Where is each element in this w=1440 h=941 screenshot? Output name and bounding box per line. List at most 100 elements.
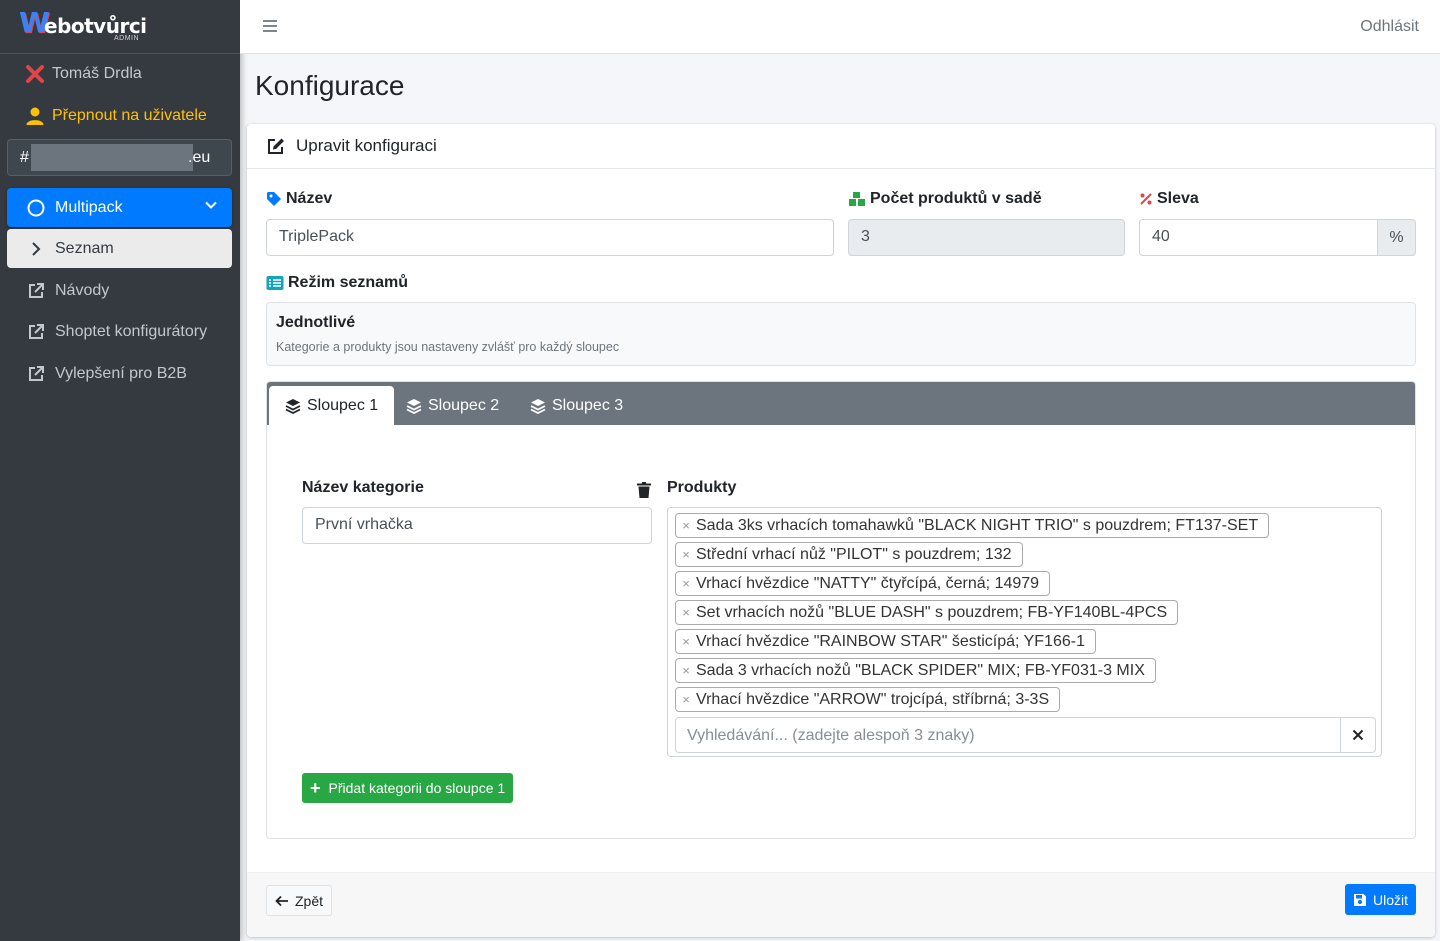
sidebar-item-label: Multipack <box>55 198 123 216</box>
shop-selector[interactable]: # .eu <box>7 139 232 176</box>
count-label-text: Počet produktů v sadě <box>870 190 1042 207</box>
back-button[interactable]: Zpět <box>266 885 333 916</box>
remove-chip-icon[interactable]: × <box>676 576 696 591</box>
count-input[interactable]: 3 <box>848 219 1125 256</box>
name-label: Název <box>266 190 332 208</box>
sidebar-user[interactable]: Tomáš Drdla <box>24 62 142 86</box>
products-select[interactable]: × Sada 3ks vrhacích tomahawků "BLACK NIGH… <box>667 507 1382 757</box>
sidebar-item-seznam[interactable]: Seznam <box>7 229 232 268</box>
config-card: Upravit konfiguraci Název TriplePack Poč… <box>247 124 1435 937</box>
sidebar-item-label: Vylepšení pro B2B <box>55 364 187 382</box>
save-button[interactable]: Uložit <box>1344 884 1416 915</box>
sidebar-item-b2b[interactable]: Vylepšení pro B2B <box>7 354 232 393</box>
tab-label: Sloupec 2 <box>428 396 500 414</box>
product-chip: × Vrhací hvězdice "NATTY" čtyřcípá, černá… <box>675 571 1051 596</box>
product-chip: × Střední vrhací nůž "PILOT" s pouzdrem; … <box>675 542 1023 567</box>
remove-chip-icon[interactable]: × <box>676 605 696 620</box>
save-icon <box>1353 893 1367 907</box>
layers-icon <box>406 398 422 414</box>
tabs-bar: Sloupec 1 Sloupec 2 Sloupec 3 <box>267 382 1415 425</box>
percent-icon <box>1139 192 1153 206</box>
sidebar-item-label: Shoptet konfigurátory <box>55 322 208 340</box>
product-chip: × Set vrhacích nožů "BLUE DASH" s pouzdre… <box>675 600 1179 625</box>
product-chip-label: Střední vrhací nůž "PILOT" s pouzdrem; 1… <box>696 545 1012 563</box>
layers-icon <box>285 398 301 414</box>
tab-label: Sloupec 1 <box>307 396 379 414</box>
discount-label: Sleva <box>1139 190 1199 208</box>
card-title: Upravit konfiguraci <box>296 136 437 155</box>
list-mode-description: Kategorie a produkty jsou nastaveny zvlá… <box>276 340 620 354</box>
list-mode-title: Jednotlivé <box>276 314 356 331</box>
product-chip: × Vrhací hvězdice "RAINBOW STAR" šesticíp… <box>675 629 1096 654</box>
remove-chip-icon[interactable]: × <box>676 518 696 533</box>
tab-label: Sloupec 3 <box>552 396 624 414</box>
tab-sloupec-3[interactable]: Sloupec 3 <box>514 386 639 425</box>
add-category-label: Přidat kategorii do sloupce 1 <box>328 780 506 796</box>
plus-icon: + <box>310 777 321 798</box>
search-placeholder: Vyhledávání... (zadejte alespoň 3 znaky) <box>687 727 975 744</box>
external-link-icon <box>25 280 47 302</box>
top-navbar: Odhlásit <box>240 0 1440 54</box>
list-mode-option[interactable]: Jednotlivé Kategorie a produkty jsou nas… <box>266 302 1416 366</box>
switch-user-link[interactable]: Přepnout na uživatele <box>24 104 207 128</box>
product-chip-label: Vrhací hvězdice "RAINBOW STAR" šesticípá… <box>696 632 1085 650</box>
chevron-down-icon <box>204 198 218 217</box>
sidebar-item-shoptet-konfiguratory[interactable]: Shoptet konfigurátory <box>7 312 232 351</box>
category-name-input[interactable]: První vrhačka <box>302 507 652 544</box>
product-chip-label: Sada 3 vrhacích nožů "BLACK SPIDER" MIX;… <box>696 661 1145 679</box>
product-chip: × Sada 3 vrhacích nožů "BLACK SPIDER" MIX… <box>675 658 1156 683</box>
list-mode-label: Režim seznamů <box>266 274 408 292</box>
shop-name-redacted <box>31 144 193 171</box>
count-label: Počet produktů v sadě <box>848 190 1042 208</box>
user-icon <box>24 105 46 127</box>
save-label: Uložit <box>1372 891 1408 908</box>
logout-link[interactable]: Odhlásit <box>1360 18 1419 36</box>
external-link-icon <box>25 363 47 385</box>
product-chip: × Sada 3ks vrhacích tomahawků "BLACK NIGH… <box>675 513 1270 538</box>
name-label-text: Název <box>286 190 333 207</box>
tools-icon <box>24 63 46 85</box>
external-link-icon <box>25 321 47 343</box>
list-mode-label-text: Režim seznamů <box>288 274 409 291</box>
back-label: Zpět <box>295 892 324 909</box>
chevron-right-icon <box>25 238 47 260</box>
sidebar-item-multipack[interactable]: Multipack <box>7 188 232 227</box>
layers-icon <box>530 398 546 414</box>
tag-icon <box>266 191 282 207</box>
trash-icon[interactable] <box>637 482 651 503</box>
shop-suffix: .eu <box>188 149 211 166</box>
remove-chip-icon[interactable]: × <box>676 634 696 649</box>
brand-logo[interactable]: W ebotvůrci ADMIN <box>0 0 240 54</box>
shop-prefix: # <box>20 149 29 166</box>
discount-unit: % <box>1377 219 1416 256</box>
sidebar: W ebotvůrci ADMIN Tomáš Drdla Přepnout n… <box>0 0 240 941</box>
edit-icon <box>266 136 286 156</box>
tab-sloupec-1[interactable]: Sloupec 1 <box>269 386 395 425</box>
card-footer: Zpět Uložit <box>247 872 1435 937</box>
product-search-input[interactable]: Vyhledávání... (zadejte alespoň 3 znaky) <box>675 717 1376 753</box>
products-label: Produkty <box>667 479 737 496</box>
circle-icon <box>25 197 47 219</box>
product-chip: × Vrhací hvězdice "ARROW" trojcípá, stříb… <box>675 687 1061 712</box>
brand-subtitle: ADMIN <box>114 35 140 42</box>
product-chip-label: Set vrhacích nožů "BLUE DASH" s pouzdrem… <box>696 603 1168 621</box>
tab-sloupec-2[interactable]: Sloupec 2 <box>390 386 515 425</box>
add-category-button[interactable]: + Přidat kategorii do sloupce 1 <box>302 773 514 803</box>
sidebar-user-name: Tomáš Drdla <box>52 65 142 82</box>
product-chip-label: Vrhací hvězdice "NATTY" čtyřcípá, černá;… <box>696 574 1040 592</box>
discount-label-text: Sleva <box>1157 190 1199 207</box>
list-icon <box>266 275 284 291</box>
category-name-label: Název kategorie <box>302 479 424 496</box>
remove-chip-icon[interactable]: × <box>676 692 696 707</box>
menu-toggle-icon[interactable] <box>261 17 279 35</box>
remove-chip-icon[interactable]: × <box>676 663 696 678</box>
remove-chip-icon[interactable]: × <box>676 547 696 562</box>
sidebar-item-navody[interactable]: Návody <box>7 271 232 310</box>
name-input[interactable]: TriplePack <box>266 219 834 256</box>
product-chip-label: Vrhací hvězdice "ARROW" trojcípá, stříbr… <box>696 690 1050 708</box>
sidebar-item-label: Seznam <box>55 239 114 257</box>
card-header: Upravit konfiguraci <box>247 124 1435 169</box>
discount-input[interactable]: 40 <box>1139 219 1378 256</box>
close-icon[interactable] <box>1340 718 1375 752</box>
arrow-left-icon <box>275 895 289 907</box>
